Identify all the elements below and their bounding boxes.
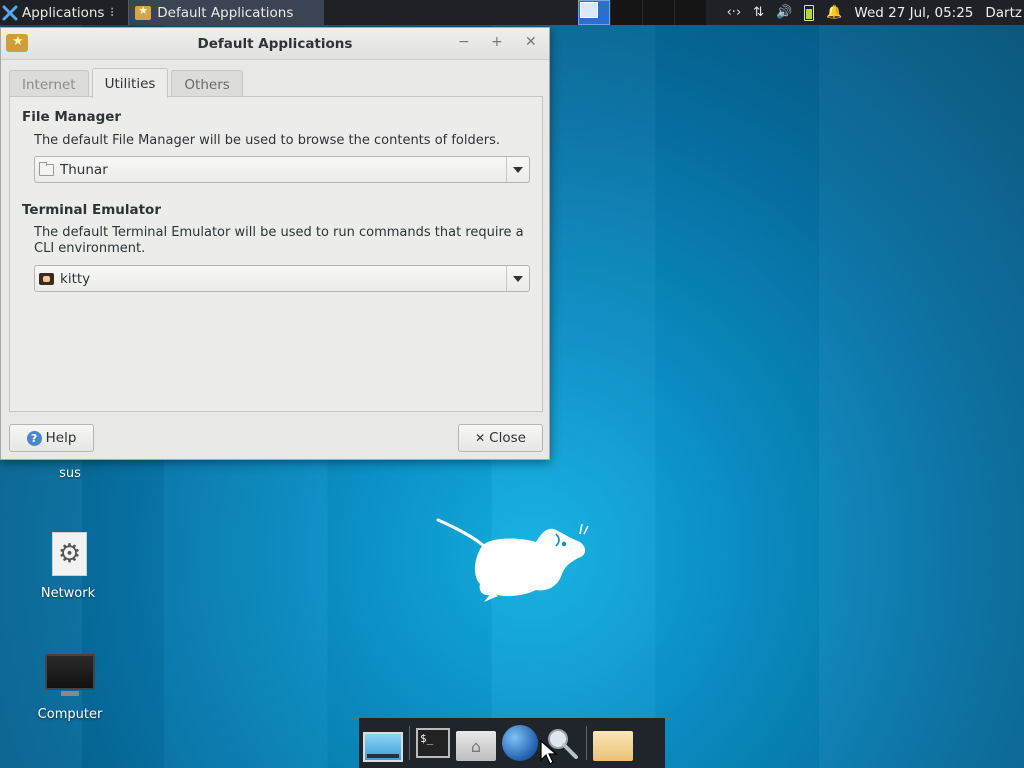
applications-label: Applications: [22, 4, 105, 21]
network-transfer-icon[interactable]: ⇅: [753, 5, 764, 20]
help-button[interactable]: ? Help: [9, 424, 94, 452]
notification-bell-icon[interactable]: 🔔: [826, 5, 842, 20]
workspace-2[interactable]: [610, 0, 642, 25]
monitor-icon[interactable]: [45, 654, 95, 698]
maximize-icon[interactable]: +: [491, 34, 503, 50]
applications-menu-button[interactable]: Applications ⠇: [0, 0, 122, 25]
desktop-icon-label-sus[interactable]: sus: [45, 466, 95, 481]
top-panel: Applications ⠇ Default Applications ‹·› …: [0, 0, 1024, 25]
close-window-icon[interactable]: ✕: [525, 34, 537, 50]
dock-panel: $_ ⌂: [359, 718, 665, 768]
folder-icon[interactable]: [593, 731, 633, 761]
terminal-icon[interactable]: $_: [416, 728, 450, 758]
battery-icon[interactable]: [804, 4, 815, 21]
monitor-screen: [45, 654, 95, 690]
taskbar-title: Default Applications: [157, 4, 294, 21]
tab-internet[interactable]: Internet: [9, 70, 89, 98]
dock-separator: [586, 726, 587, 760]
workspace-4[interactable]: [674, 0, 706, 25]
desktop-icon-label-computer[interactable]: Computer: [30, 707, 110, 722]
workspace-3[interactable]: [642, 0, 674, 25]
utilities-panel: File Manager The default File Manager wi…: [9, 96, 543, 412]
kitty-icon: [39, 272, 54, 285]
network-indicator-icon[interactable]: ‹·›: [727, 5, 742, 20]
tab-utilities[interactable]: Utilities: [91, 68, 169, 98]
panel-separator: ⠇: [109, 5, 119, 20]
workspace-pager: [578, 0, 706, 25]
terminal-prompt: $_: [420, 732, 434, 745]
terminal-emulator-select[interactable]: kitty: [34, 265, 530, 292]
chevron-down-icon[interactable]: [506, 157, 529, 182]
terminal-emulator-description: The default Terminal Emulator will be us…: [34, 225, 524, 256]
user-menu[interactable]: Dartz: [985, 5, 1022, 21]
xfce-logo-icon: [2, 5, 18, 20]
default-applications-window: Default Applications − + ✕ Internet Util…: [0, 27, 550, 460]
close-icon: ✕: [475, 431, 486, 445]
minimize-icon[interactable]: −: [458, 34, 470, 50]
show-desktop-icon[interactable]: [363, 732, 403, 762]
clock[interactable]: Wed 27 Jul, 05:25: [854, 5, 973, 21]
file-manager-heading: File Manager: [22, 109, 122, 125]
dock-separator: [409, 726, 410, 760]
gear-icon[interactable]: ⚙: [52, 532, 87, 576]
window-app-icon[interactable]: [6, 34, 28, 52]
monitor-stand: [61, 691, 79, 696]
system-tray: ‹·› ⇅ 🔊 🔔 Wed 27 Jul, 05:25 Dartz: [727, 0, 1024, 25]
file-manager-selected: Thunar: [60, 161, 108, 178]
taskbar-button-default-applications[interactable]: Default Applications: [128, 0, 325, 25]
help-icon: ?: [26, 430, 42, 446]
tab-others[interactable]: Others: [171, 70, 243, 98]
tab-bar: Internet Utilities Others: [9, 68, 246, 98]
window-titlebar[interactable]: Default Applications − + ✕: [1, 28, 549, 60]
web-browser-globe-icon[interactable]: [502, 725, 538, 761]
workspace-1[interactable]: [578, 0, 610, 25]
home-folder-icon[interactable]: ⌂: [456, 731, 496, 761]
chevron-down-icon[interactable]: [506, 266, 529, 291]
terminal-emulator-heading: Terminal Emulator: [22, 202, 161, 218]
close-button[interactable]: ✕ Close: [458, 424, 543, 452]
help-label: Help: [45, 430, 77, 446]
volume-icon[interactable]: 🔊: [776, 5, 792, 20]
terminal-emulator-selected: kitty: [60, 270, 91, 287]
mouse-cursor-icon: [540, 740, 558, 765]
desktop-icon-label-network[interactable]: Network: [30, 586, 106, 601]
close-label: Close: [489, 430, 526, 446]
file-manager-description: The default File Manager will be used to…: [34, 133, 500, 148]
file-manager-select[interactable]: Thunar: [34, 156, 530, 183]
folder-icon: [39, 161, 54, 176]
default-applications-icon: [135, 4, 152, 20]
xfce-mouse-logo: [436, 518, 589, 602]
